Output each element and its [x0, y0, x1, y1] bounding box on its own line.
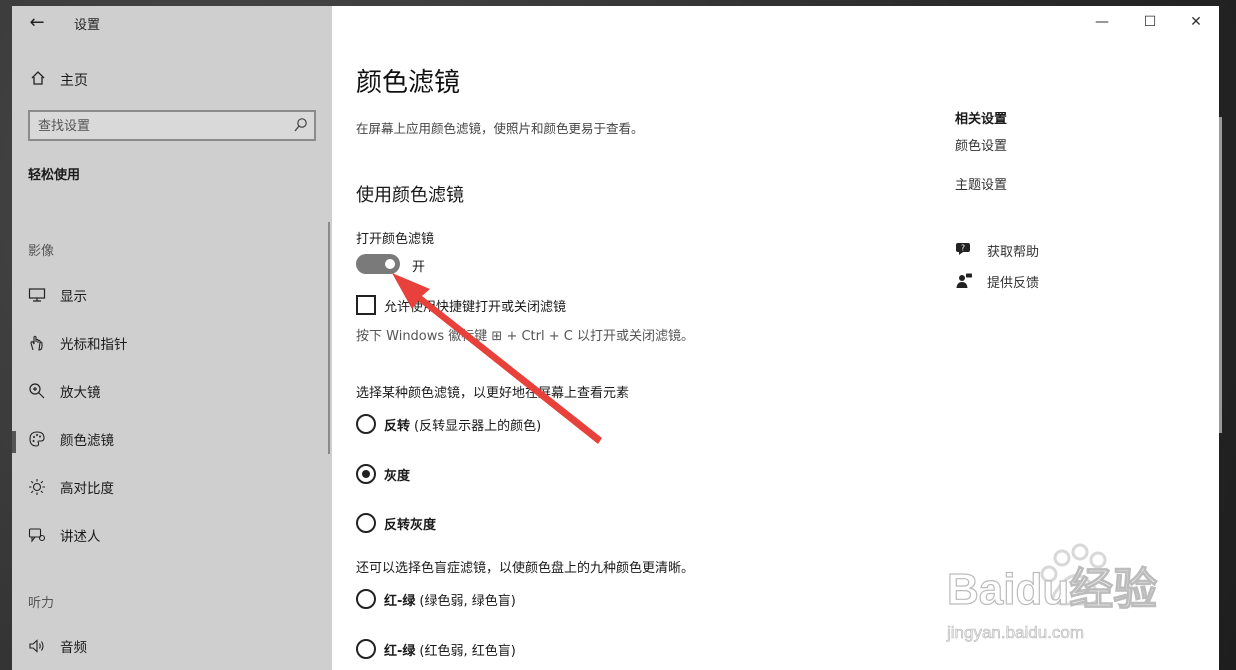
sidebar-item-narrator[interactable]: 讲述人 — [28, 524, 318, 546]
radio-detail: (绿色弱, 绿色盲) — [419, 593, 516, 609]
color-filter-toggle[interactable] — [356, 254, 400, 274]
speaker-icon — [28, 637, 46, 655]
sidebar-item-label: 高对比度 — [60, 481, 114, 497]
radio-button[interactable] — [356, 589, 376, 609]
radio-label: 灰度 — [384, 468, 411, 484]
radio-label: 红-绿 — [384, 643, 416, 659]
sidebar-item-label: 音频 — [60, 640, 87, 656]
section-subheading: 使用颜色滤镜 — [356, 185, 464, 206]
watermark-url: jingyan.baidu.com — [946, 623, 1084, 642]
close-icon: ✕ — [1190, 14, 1202, 30]
brightness-icon — [28, 478, 46, 496]
checkbox-label: 允许使用快捷键打开或关闭滤镜 — [384, 299, 567, 315]
radio-button[interactable] — [356, 639, 376, 659]
radio-detail: (反转显示器上的颜色) — [414, 418, 542, 434]
radio-detail: (红色弱, 红色盲) — [419, 643, 516, 659]
feedback-person-icon — [955, 272, 973, 290]
radio-inverted-grayscale[interactable]: 反转灰度 — [356, 513, 436, 533]
sidebar-item-label: 主页 — [60, 73, 88, 89]
radio-deuteranopia[interactable]: 红-绿 (绿色弱, 绿色盲) — [356, 589, 516, 609]
maximize-icon: ☐ — [1143, 14, 1157, 30]
sidebar-item-label: 显示 — [60, 289, 87, 305]
sidebar-item-label: 放大镜 — [60, 385, 101, 401]
narrator-icon — [28, 526, 46, 544]
sidebar-item-home[interactable]: 主页 — [30, 70, 88, 90]
baidu-watermark: Baidu经验 jingyan.baidu.com — [945, 540, 1215, 665]
radio-grayscale[interactable]: 灰度 — [356, 464, 410, 484]
search-input[interactable] — [38, 116, 278, 136]
back-arrow-icon: ← — [29, 12, 45, 33]
page-title: 颜色滤镜 — [356, 68, 461, 98]
close-button[interactable]: ✕ — [1186, 14, 1206, 30]
sidebar-item-display[interactable]: 显示 — [28, 284, 318, 306]
monitor-icon — [28, 286, 46, 304]
feedback-link[interactable]: 提供反馈 — [955, 271, 1039, 291]
watermark-text: Baidu经验 — [946, 564, 1157, 614]
shortcut-checkbox[interactable] — [356, 295, 376, 315]
section-heading: 轻松使用 — [28, 168, 81, 183]
category-hearing: 听力 — [28, 596, 55, 611]
search-icon[interactable] — [294, 117, 308, 133]
sidebar-scrollbar[interactable] — [328, 222, 330, 454]
radio-button[interactable] — [356, 464, 376, 484]
radio-label: 反转灰度 — [384, 517, 437, 533]
minimize-button[interactable]: — — [1092, 14, 1112, 30]
home-icon — [30, 70, 50, 90]
colorblind-heading: 还可以选择色盲症滤镜，以使颜色盘上的九种颜色更清晰。 — [356, 561, 695, 576]
toggle-state-text: 开 — [412, 260, 426, 275]
search-box[interactable] — [28, 110, 316, 141]
radio-invert[interactable]: 反转 (反转显示器上的颜色) — [356, 414, 541, 434]
help-label: 获取帮助 — [987, 244, 1040, 260]
main-scrollbar[interactable] — [1219, 117, 1222, 433]
watermark-brand: Baidu经验 — [947, 565, 1157, 614]
related-settings-heading: 相关设置 — [955, 112, 1008, 127]
minimize-icon: — — [1095, 14, 1109, 30]
sidebar: ← 设置 主页 轻松使用 影像 显示 光标和指针 — [12, 6, 332, 670]
palette-icon — [28, 430, 46, 448]
sidebar-item-color-filters[interactable]: 颜色滤镜 — [28, 428, 318, 450]
selected-indicator — [12, 431, 16, 453]
link-color-settings[interactable]: 颜色设置 — [955, 135, 1007, 154]
sidebar-item-high-contrast[interactable]: 高对比度 — [28, 476, 318, 498]
sidebar-item-label: 光标和指针 — [60, 337, 128, 353]
back-button[interactable]: ← — [26, 12, 48, 34]
toggle-label: 打开颜色滤镜 — [356, 232, 435, 247]
shortcut-hint: 按下 Windows 徽标键 ⊞ + Ctrl + C 以打开或关闭滤镜。 — [356, 329, 694, 344]
shortcut-checkbox-row[interactable]: 允许使用快捷键打开或关闭滤镜 — [356, 295, 566, 315]
sidebar-item-audio[interactable]: 音频 — [28, 635, 318, 657]
sidebar-item-cursor[interactable]: 光标和指针 — [28, 332, 318, 354]
svg-text:?: ? — [961, 244, 965, 253]
app-title: 设置 — [74, 18, 101, 33]
radio-button[interactable] — [356, 513, 376, 533]
feedback-label: 提供反馈 — [987, 275, 1040, 291]
sidebar-item-magnifier[interactable]: 放大镜 — [28, 380, 318, 402]
sidebar-item-label: 讲述人 — [60, 529, 101, 545]
radio-label: 红-绿 — [384, 593, 416, 609]
radio-button[interactable] — [356, 414, 376, 434]
toggle-knob — [385, 259, 395, 269]
sidebar-item-label: 颜色滤镜 — [60, 433, 114, 449]
maximize-button[interactable]: ☐ — [1140, 14, 1160, 30]
help-chat-icon: ? — [955, 241, 973, 259]
pointer-icon — [28, 334, 46, 352]
page-description: 在屏幕上应用颜色滤镜，使照片和颜色更易于查看。 — [356, 121, 644, 136]
magnifier-icon — [28, 382, 46, 400]
filter-heading: 选择某种颜色滤镜，以更好地在屏幕上查看元素 — [356, 386, 630, 401]
category-vision: 影像 — [28, 244, 55, 259]
radio-protanopia[interactable]: 红-绿 (红色弱, 红色盲) — [356, 639, 516, 659]
radio-label: 反转 — [384, 418, 411, 434]
link-theme-settings[interactable]: 主题设置 — [955, 174, 1007, 193]
get-help-link[interactable]: ? 获取帮助 — [955, 240, 1039, 260]
